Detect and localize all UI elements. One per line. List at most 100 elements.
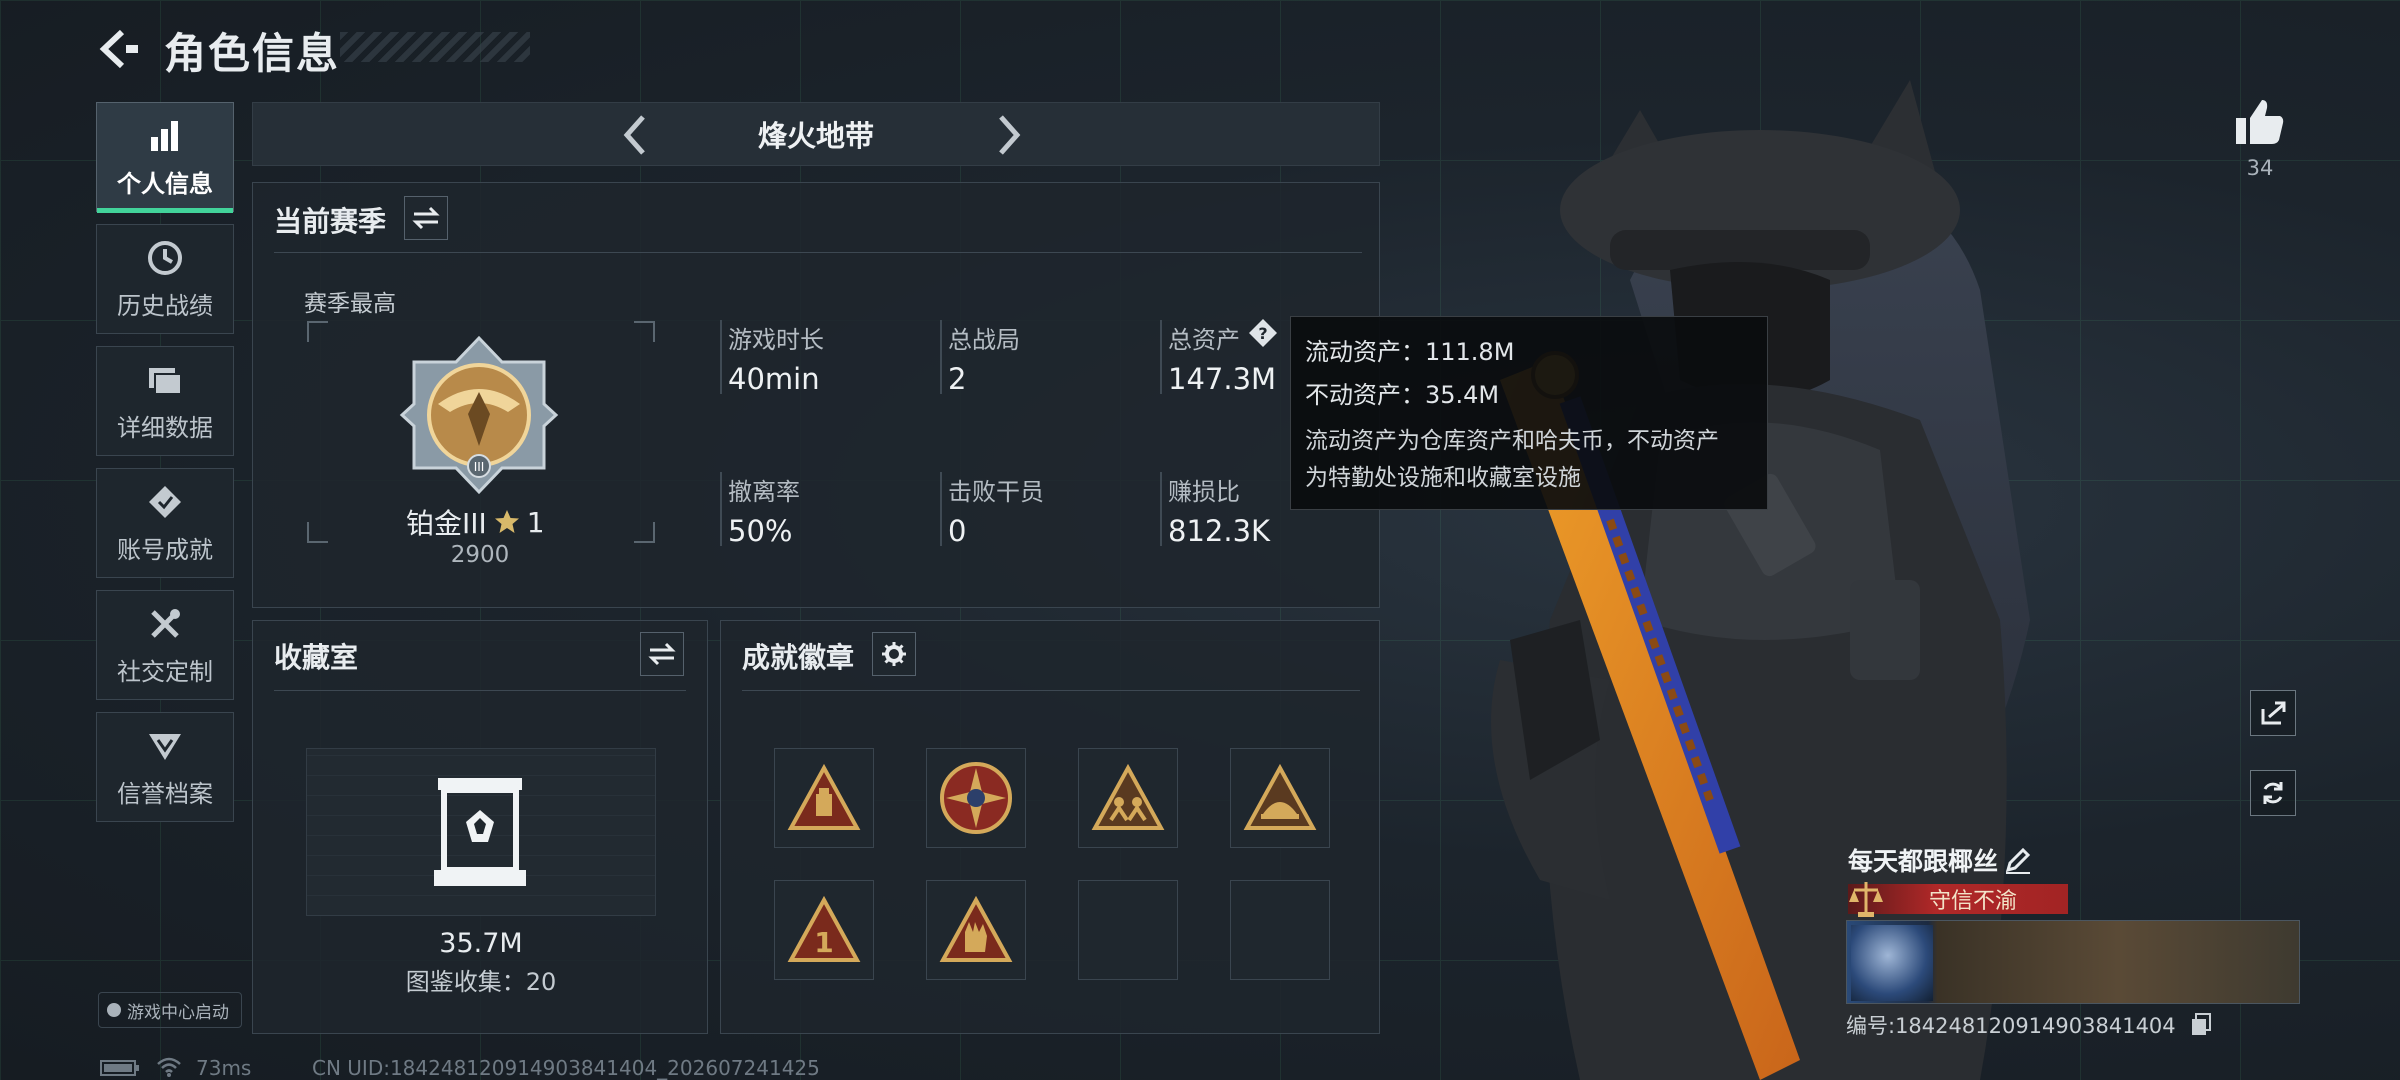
hand-sign-badge-icon [939, 896, 1013, 962]
tooltip-fixed-assets: 不动资产：35.4M [1305, 381, 1500, 409]
help-button[interactable]: ? [1248, 318, 1278, 348]
assets-tooltip: 流动资产：111.8M 不动资产：35.4M 流动资产为仓库资产和哈夫币，不动资… [1290, 316, 1768, 510]
collection-title: 收藏室 [274, 641, 359, 674]
stat-divider [1160, 320, 1162, 394]
svg-text:1: 1 [814, 926, 833, 959]
switch-icon [412, 206, 440, 230]
switch-icon [648, 642, 676, 666]
history-icon [145, 238, 185, 278]
stat-divider [940, 472, 942, 546]
battery-icon [100, 1060, 139, 1076]
nav-label: 社交定制 [117, 657, 213, 686]
mode-label: 烽火地带 [757, 119, 874, 153]
wifi-icon [157, 1057, 181, 1077]
collection-count: 图鉴收集：20 [405, 968, 557, 996]
copy-icon[interactable] [2190, 1012, 2212, 1036]
help-icon: ? [1249, 319, 1277, 347]
nav-label: 历史战绩 [117, 291, 213, 320]
tools-icon [145, 604, 185, 644]
divider [274, 690, 686, 691]
svg-text:III: III [474, 460, 485, 474]
stat-divider [1160, 472, 1162, 546]
nav-personal-info[interactable]: 个人信息 [96, 102, 234, 213]
share-icon [2261, 701, 2286, 725]
nav-account-achievement[interactable]: 账号成就 [96, 468, 234, 578]
folder-icon [145, 360, 185, 400]
stat-kills-value: 0 [948, 514, 967, 548]
like-button[interactable]: 34 [2230, 98, 2290, 180]
nav-history[interactable]: 历史战绩 [96, 224, 234, 334]
rank-name: 铂金III [406, 507, 487, 540]
nav-label: 个人信息 [117, 169, 213, 198]
nav-credit-file[interactable]: 信誉档案 [96, 712, 234, 822]
first-place-badge-icon: 1 [787, 896, 861, 962]
stat-total-assets-value: 147.3M [1168, 362, 1277, 396]
badge-slot-empty[interactable] [1078, 880, 1178, 980]
back-arrow-icon[interactable] [96, 26, 142, 72]
game-center-button[interactable]: 游戏中心启动 [98, 992, 242, 1028]
divider [274, 252, 1362, 253]
edit-name-icon[interactable] [2004, 846, 2032, 874]
divider [742, 690, 1360, 691]
collection-value: 35.7M [439, 928, 523, 959]
stat-total-matches-label: 总战局 [948, 326, 1020, 354]
stat-profit-ratio-value: 812.3K [1168, 514, 1271, 548]
stat-extract-rate-label: 撤离率 [728, 478, 800, 506]
page-title: 角色信息 [164, 29, 341, 78]
season-title: 当前赛季 [274, 205, 387, 238]
svg-text:?: ? [1258, 324, 1267, 343]
achievement-icon [145, 482, 185, 522]
badge-slot[interactable] [1230, 748, 1330, 848]
next-mode-arrow-icon[interactable] [983, 111, 1031, 159]
game-center-icon [107, 1003, 121, 1017]
like-count: 34 [2246, 156, 2274, 180]
network-ping: 73ms [196, 1056, 252, 1080]
tooltip-desc-line-1: 流动资产为仓库资产和哈夫币，不动资产 [1305, 428, 1719, 454]
refresh-icon [2263, 782, 2283, 804]
rank-name-row: 铂金III 1 [406, 502, 560, 542]
stat-divider [720, 472, 722, 546]
rank-stars: 1 [526, 505, 545, 539]
badge-slot[interactable] [774, 748, 874, 848]
game-center-label: 游戏中心启动 [127, 1002, 229, 1023]
stat-profit-ratio-label: 赚损比 [1168, 478, 1240, 506]
season-switch-button[interactable] [404, 196, 448, 240]
rank-score: 2900 [450, 542, 510, 568]
nav-label: 信誉档案 [117, 779, 213, 808]
season-best-label: 赛季最高 [304, 291, 396, 317]
nav-social-custom[interactable]: 社交定制 [96, 590, 234, 700]
footer-uid: CN UID:18424812091490384140​4_2026072414… [312, 1056, 820, 1080]
tooltip-liquid-assets: 流动资产：111.8M [1305, 338, 1515, 366]
prev-mode-arrow-icon[interactable] [613, 111, 661, 159]
scales-icon [1849, 882, 1883, 917]
collection-switch-button[interactable] [640, 632, 684, 676]
tooltip-desc-line-2: 为特勤处设施和收藏室设施 [1305, 465, 1581, 491]
mode-selector: 烽火地带 [252, 102, 1380, 166]
badge-slot[interactable] [926, 880, 1026, 980]
nav-label: 账号成就 [117, 535, 213, 564]
player-avatar [1851, 925, 1933, 1001]
squad-badge-icon [1091, 764, 1165, 830]
stat-divider [720, 320, 722, 394]
stat-divider [940, 320, 942, 394]
stat-total-matches-value: 2 [948, 362, 967, 396]
nav-detail-data[interactable]: 详细数据 [96, 346, 234, 456]
badge-slot[interactable] [926, 748, 1026, 848]
title-decoration [340, 32, 530, 62]
player-uid: 编号:18424812091490384140​4 [1846, 1014, 2176, 1038]
badges-settings-button[interactable] [872, 632, 916, 676]
thumbs-up-icon [2236, 100, 2284, 144]
helmet-badge-icon [1243, 764, 1317, 830]
badge-slot[interactable]: 1 [774, 880, 874, 980]
badge-slot-empty[interactable] [1230, 880, 1330, 980]
display-case-icon [434, 778, 526, 886]
credit-icon [145, 726, 185, 766]
player-banner-image[interactable] [1846, 920, 2300, 1004]
badge-slot[interactable] [1078, 748, 1178, 848]
compass-badge-icon [940, 762, 1012, 834]
badges-title: 成就徽章 [742, 641, 855, 674]
share-button[interactable] [2250, 690, 2296, 736]
stat-play-time-label: 游戏时长 [728, 326, 824, 354]
nav-label: 详细数据 [117, 413, 213, 442]
refresh-button[interactable] [2250, 770, 2296, 816]
